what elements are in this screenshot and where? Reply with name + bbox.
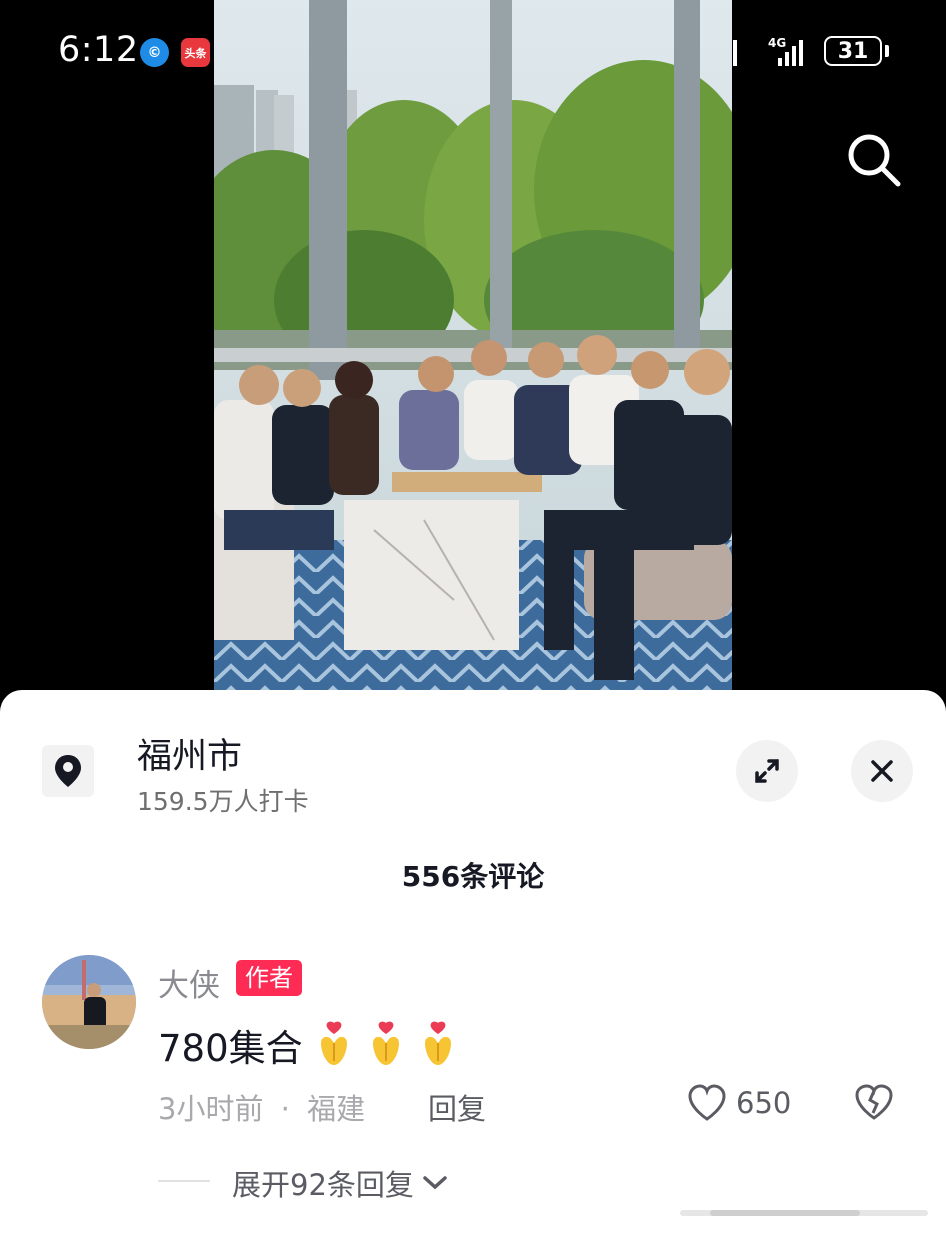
meta-separator: · — [280, 1092, 290, 1126]
expand-icon — [755, 759, 779, 783]
comment-meta: 3小时前 · 福建 — [158, 1086, 365, 1128]
comment-author[interactable]: 大侠 — [158, 960, 220, 1005]
search-button[interactable] — [844, 130, 904, 190]
comment-region: 福建 — [307, 1092, 366, 1126]
expand-replies-button[interactable]: 展开92条回复 — [232, 1162, 448, 1204]
search-icon — [848, 134, 901, 187]
heart-icon — [688, 1084, 726, 1121]
battery-tip — [885, 45, 889, 57]
comment-time: 3小时前 — [158, 1092, 264, 1126]
expand-button[interactable] — [736, 740, 798, 802]
avatar[interactable] — [42, 955, 136, 1049]
comments-sheet: 福州市 159.5万人打卡 556条评论 大侠 作者 780集合 3小时前 · — [0, 690, 946, 1247]
comment-count: 556条评论 — [401, 860, 545, 893]
heart-hands-emoji-icon — [372, 1021, 399, 1065]
like-count: 650 — [736, 1086, 792, 1120]
network-label-2: 4G — [768, 36, 787, 50]
browser-icon: © — [140, 38, 169, 67]
location-icon — [42, 745, 94, 797]
avatar-image — [42, 955, 136, 1049]
close-button[interactable] — [851, 740, 913, 802]
emoji-group — [303, 1021, 459, 1069]
status-time: 6:12 — [58, 30, 139, 70]
toutiao-icon: 头条 — [181, 38, 210, 67]
comment-body: 780集合 — [158, 1018, 459, 1072]
group-photo-image — [214, 0, 732, 692]
location-title[interactable]: 福州市 — [137, 728, 242, 779]
reply-button[interactable]: 回复 — [428, 1086, 486, 1128]
heart-hands-emoji-icon — [320, 1021, 347, 1065]
dislike-button[interactable] — [854, 1083, 894, 1123]
home-indicator — [680, 1210, 928, 1216]
chevron-down-icon — [423, 1176, 447, 1190]
signal-icon-2: 4G — [768, 36, 803, 66]
broken-heart-icon — [855, 1084, 893, 1120]
expand-divider — [158, 1180, 210, 1182]
expand-replies-label: 展开92条回复 — [232, 1168, 414, 1202]
battery-level: 31 — [837, 38, 869, 64]
comment-text: 780集合 — [158, 1027, 303, 1070]
heart-hands-emoji-icon — [424, 1021, 451, 1065]
video-player[interactable] — [214, 0, 732, 692]
battery-icon: 31 — [824, 36, 882, 66]
location-checkins: 159.5万人打卡 — [137, 787, 309, 816]
like-button[interactable]: 650 — [686, 1083, 791, 1123]
close-icon — [871, 760, 893, 782]
author-badge: 作者 — [236, 960, 302, 996]
